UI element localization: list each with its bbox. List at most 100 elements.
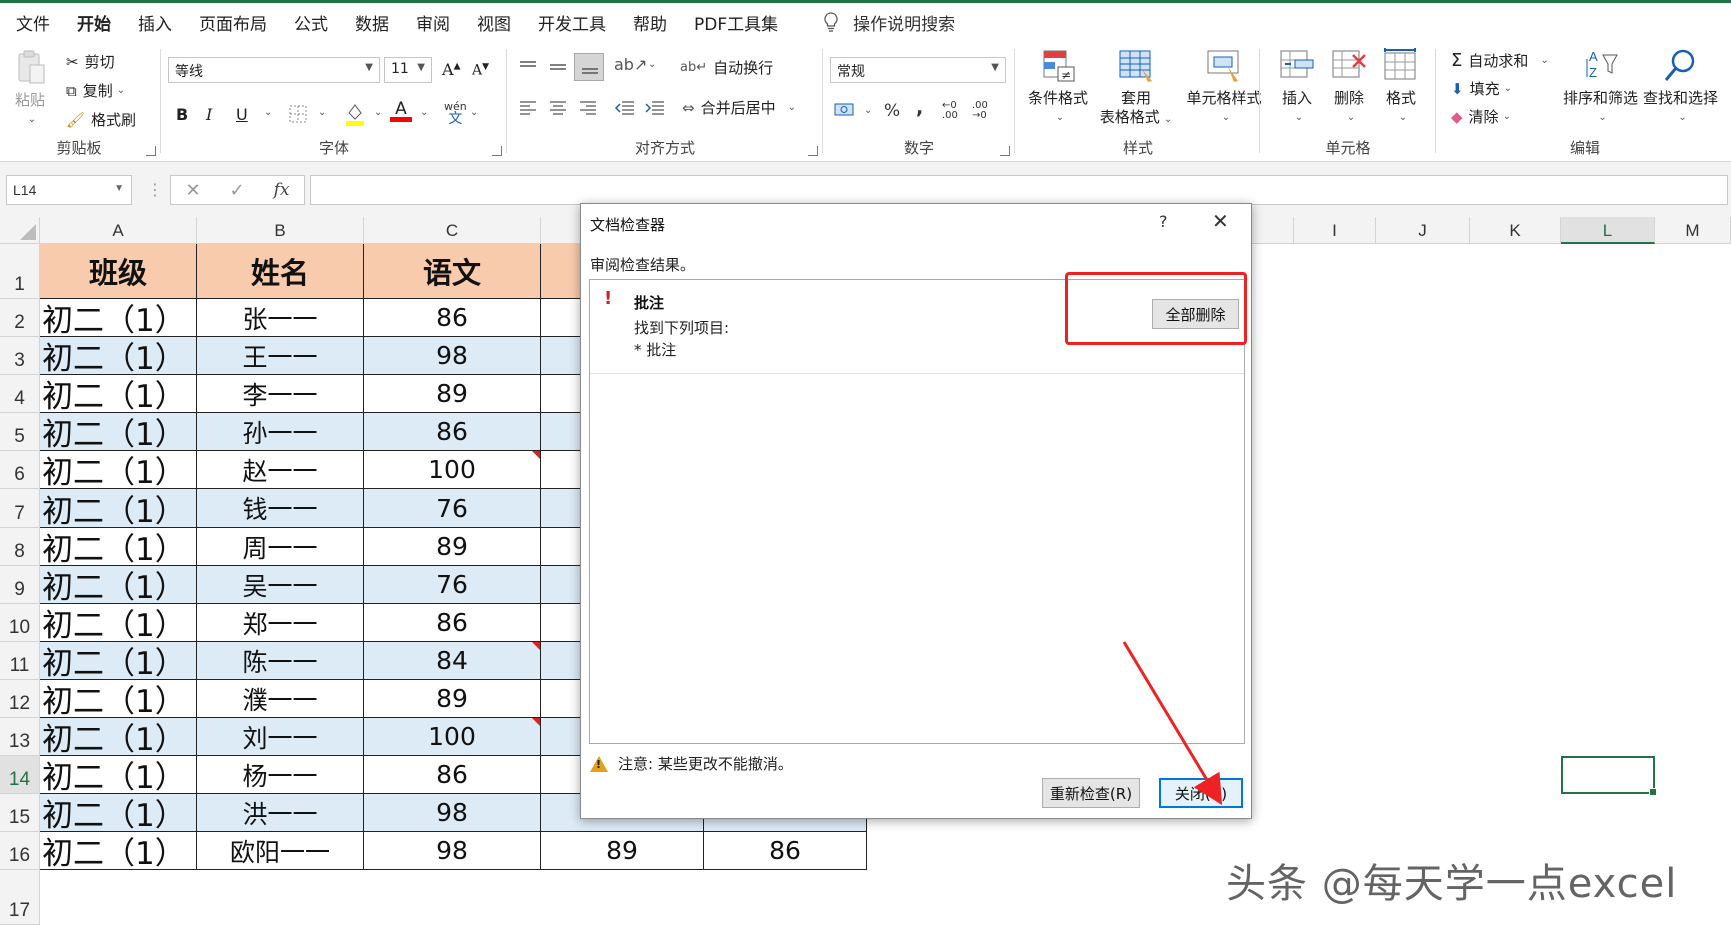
align-bottom-button[interactable] bbox=[574, 53, 604, 81]
grow-font-button[interactable]: A▲ bbox=[442, 60, 460, 79]
font-color-button[interactable]: A bbox=[390, 99, 412, 122]
column-header-b[interactable]: B bbox=[197, 217, 364, 244]
cell-c5[interactable]: 86 bbox=[364, 413, 541, 451]
formula-input[interactable] bbox=[310, 175, 1728, 205]
cell-a14[interactable]: 初二（1） bbox=[40, 756, 197, 794]
cell-a4[interactable]: 初二（1） bbox=[40, 375, 197, 413]
cell-a1[interactable]: 班级 bbox=[40, 244, 197, 299]
tab-page-layout[interactable]: 页面布局 bbox=[199, 10, 267, 35]
row-header-2[interactable]: 2 bbox=[0, 299, 40, 337]
close-icon[interactable]: ✕ bbox=[1212, 209, 1229, 233]
column-header-m[interactable]: M bbox=[1655, 217, 1731, 244]
cell-c4[interactable]: 89 bbox=[364, 375, 541, 413]
cut-button[interactable]: ✂ 剪切 bbox=[66, 51, 115, 72]
cell-c3[interactable]: 98 bbox=[364, 337, 541, 375]
row-header-14[interactable]: 14 bbox=[0, 756, 40, 794]
cell-a13[interactable]: 初二（1） bbox=[40, 718, 197, 756]
tab-view[interactable]: 视图 bbox=[477, 10, 511, 35]
align-top-icon[interactable] bbox=[518, 59, 538, 75]
clear-button[interactable]: ◆ 清除 ⌄ bbox=[1451, 106, 1511, 127]
decrease-decimal-icon[interactable]: .00 →0 bbox=[972, 101, 988, 121]
cell-a10[interactable]: 初二（1） bbox=[40, 604, 197, 642]
column-header-j[interactable]: J bbox=[1376, 217, 1470, 244]
font-size-select[interactable]: 11 ▼ bbox=[384, 57, 432, 83]
cell-a9[interactable]: 初二（1） bbox=[40, 566, 197, 604]
cell-b5[interactable]: 孙一一 bbox=[197, 413, 364, 451]
align-middle-icon[interactable] bbox=[548, 59, 568, 75]
cell-a15[interactable]: 初二（1） bbox=[40, 794, 197, 832]
cell-a8[interactable]: 初二（1） bbox=[40, 528, 197, 566]
cell-b13[interactable]: 刘一一 bbox=[197, 718, 364, 756]
cell-a11[interactable]: 初二（1） bbox=[40, 642, 197, 680]
cell-a2[interactable]: 初二（1） bbox=[40, 299, 197, 337]
cell-b7[interactable]: 钱一一 bbox=[197, 489, 364, 528]
format-as-table-button[interactable]: 套用 表格格式 ⌄ bbox=[1088, 47, 1184, 129]
cell-a7[interactable]: 初二（1） bbox=[40, 489, 197, 528]
comma-style-button[interactable]: , bbox=[916, 97, 923, 119]
row-header-12[interactable]: 12 bbox=[0, 680, 40, 718]
cell-b10[interactable]: 郑一一 bbox=[197, 604, 364, 642]
row-header-8[interactable]: 8 bbox=[0, 528, 40, 566]
wrap-text-button[interactable]: ab↵ 自动换行 bbox=[680, 57, 773, 78]
currency-icon[interactable] bbox=[834, 101, 856, 119]
confirm-entry-icon[interactable]: ✓ bbox=[230, 180, 245, 201]
row-header-3[interactable]: 3 bbox=[0, 337, 40, 375]
decrease-indent-icon[interactable] bbox=[614, 99, 636, 115]
select-all-corner[interactable] bbox=[0, 217, 40, 244]
format-cells-button[interactable]: 格式 ⌄ bbox=[1381, 47, 1421, 127]
cell-c13[interactable]: 100 bbox=[364, 718, 541, 756]
increase-decimal-icon[interactable]: ←0.00 bbox=[942, 101, 958, 121]
cancel-entry-icon[interactable]: ✕ bbox=[185, 180, 200, 201]
cell-c2[interactable]: 86 bbox=[364, 299, 541, 337]
paste-button[interactable]: 粘贴 ⌄ bbox=[10, 49, 50, 129]
shrink-font-button[interactable]: A▼ bbox=[472, 62, 489, 79]
column-header-c[interactable]: C bbox=[364, 217, 541, 244]
merge-center-button[interactable]: ⇔ 合并后居中 ⌄ bbox=[682, 97, 796, 118]
tab-pdf-tools[interactable]: PDF工具集 bbox=[694, 10, 778, 35]
cell-b15[interactable]: 洪一一 bbox=[197, 794, 364, 832]
row-header-15[interactable]: 15 bbox=[0, 794, 40, 832]
row-header-1[interactable]: 1 bbox=[0, 244, 40, 299]
cell-c6[interactable]: 100 bbox=[364, 451, 541, 489]
row-header-17[interactable]: 17 bbox=[0, 870, 40, 925]
cell-c9[interactable]: 76 bbox=[364, 566, 541, 604]
insert-function-icon[interactable]: fx bbox=[274, 180, 290, 200]
align-right-icon[interactable] bbox=[578, 99, 598, 115]
align-center-icon[interactable] bbox=[548, 99, 568, 115]
row-header-9[interactable]: 9 bbox=[0, 566, 40, 604]
cell-d16[interactable]: 89 bbox=[541, 832, 704, 870]
help-icon[interactable]: ? bbox=[1159, 212, 1168, 231]
increase-indent-icon[interactable] bbox=[644, 99, 666, 115]
formula-bar-grip-icon[interactable]: ⋮ bbox=[147, 180, 163, 199]
row-header-5[interactable]: 5 bbox=[0, 413, 40, 451]
cell-c12[interactable]: 89 bbox=[364, 680, 541, 718]
cell-c1[interactable]: 语文 bbox=[364, 244, 541, 299]
cell-c8[interactable]: 89 bbox=[364, 528, 541, 566]
dialog-launcher-icon[interactable] bbox=[492, 146, 502, 156]
sort-filter-button[interactable]: AZ 排序和筛选 ⌄ bbox=[1563, 47, 1638, 127]
column-header-a[interactable]: A bbox=[40, 217, 197, 244]
tab-home[interactable]: 开始 bbox=[77, 10, 111, 44]
italic-button[interactable]: I bbox=[206, 105, 212, 124]
row-header-4[interactable]: 4 bbox=[0, 375, 40, 413]
borders-icon[interactable] bbox=[288, 104, 308, 124]
cell-c11[interactable]: 84 bbox=[364, 642, 541, 680]
column-header-k[interactable]: K bbox=[1470, 217, 1561, 244]
cell-b6[interactable]: 赵一一 bbox=[197, 451, 364, 489]
font-name-select[interactable]: 等线 ▼ bbox=[168, 57, 380, 83]
cell-a3[interactable]: 初二（1） bbox=[40, 337, 197, 375]
cell-a5[interactable]: 初二（1） bbox=[40, 413, 197, 451]
name-box[interactable]: L14 ▼ bbox=[6, 175, 132, 205]
fill-button[interactable]: ⬇ 填充 ⌄ bbox=[1451, 78, 1512, 99]
column-header-i[interactable]: I bbox=[1294, 217, 1376, 244]
cell-b2[interactable]: 张一一 bbox=[197, 299, 364, 337]
copy-button[interactable]: ⧉ 复制 ⌄ bbox=[66, 80, 125, 101]
delete-cells-button[interactable]: 删除 ⌄ bbox=[1329, 47, 1369, 127]
cell-e16[interactable]: 86 bbox=[704, 832, 867, 870]
tab-data[interactable]: 数据 bbox=[355, 10, 389, 35]
selected-cell-l14[interactable] bbox=[1561, 756, 1657, 796]
cell-a12[interactable]: 初二（1） bbox=[40, 680, 197, 718]
conditional-formatting-button[interactable]: ≠ 条件格式 ⌄ bbox=[1026, 47, 1090, 127]
row-header-6[interactable]: 6 bbox=[0, 451, 40, 489]
dialog-launcher-icon[interactable] bbox=[146, 146, 156, 156]
